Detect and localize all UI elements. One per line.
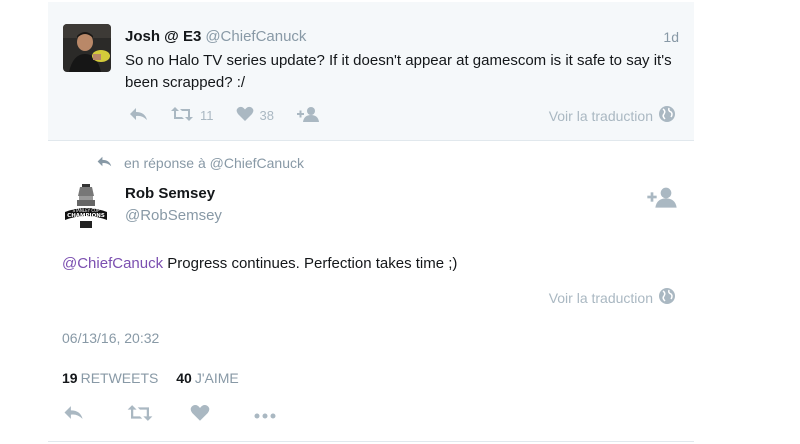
main-tweet-stats: 19 Retweets 40 J'aime bbox=[62, 370, 239, 386]
retweets-count: 19 bbox=[62, 370, 78, 386]
retweets-stat[interactable]: 19 Retweets bbox=[62, 370, 158, 386]
tweet-column: Josh @ E3 @ChiefCanuck 1d So no Halo TV s… bbox=[48, 0, 694, 444]
avatar-rob[interactable]: STANLEY CUP CHAMPIONS bbox=[62, 182, 110, 230]
main-author-name[interactable]: Rob Semsey bbox=[125, 185, 215, 202]
reply-context[interactable]: en réponse à @ChiefCanuck bbox=[96, 155, 304, 171]
retweets-label: Retweets bbox=[80, 370, 159, 386]
parent-like-button[interactable]: 38 bbox=[236, 106, 274, 125]
parent-tweet[interactable]: Josh @ E3 @ChiefCanuck 1d So no Halo TV s… bbox=[48, 2, 694, 141]
main-author-handle[interactable]: @RobSemsey bbox=[125, 207, 222, 224]
likes-count: 40 bbox=[176, 370, 192, 386]
parent-reply-button[interactable] bbox=[128, 106, 148, 125]
main-tweet-text: @ChiefCanuck Progress continues. Perfect… bbox=[62, 253, 457, 275]
reply-context-text[interactable]: en réponse à @ChiefCanuck bbox=[124, 155, 304, 171]
parent-author[interactable]: Josh @ E3 @ChiefCanuck bbox=[125, 28, 306, 45]
parent-translate-label[interactable]: Voir la traduction bbox=[549, 108, 653, 124]
main-like-button[interactable] bbox=[190, 404, 254, 425]
main-actions bbox=[62, 403, 318, 425]
avatar-josh[interactable] bbox=[63, 24, 111, 72]
bottom-divider bbox=[48, 441, 694, 442]
likes-label: J'aime bbox=[194, 370, 239, 386]
main-tweet-mention[interactable]: @ChiefCanuck bbox=[62, 255, 163, 272]
parent-follow-button[interactable] bbox=[296, 106, 320, 125]
avatar-rob-text-2: CHAMPIONS bbox=[67, 213, 105, 219]
parent-retweet-count: 11 bbox=[200, 107, 214, 123]
reply-icon bbox=[128, 106, 148, 125]
globe-icon bbox=[653, 287, 676, 308]
main-translate-label[interactable]: Voir la traduction bbox=[549, 290, 653, 306]
parent-translate-link[interactable]: Voir la traduction bbox=[549, 105, 676, 126]
parent-author-name[interactable]: Josh @ E3 bbox=[125, 28, 201, 45]
reply-context-icon bbox=[96, 155, 124, 171]
likes-stat[interactable]: 40 J'aime bbox=[176, 370, 238, 386]
follow-icon bbox=[646, 187, 678, 212]
main-tweet-body: Progress continues. Perfection takes tim… bbox=[163, 255, 458, 272]
follow-icon bbox=[296, 106, 320, 125]
main-more-button[interactable] bbox=[254, 407, 318, 422]
main-reply-button[interactable] bbox=[62, 404, 126, 424]
main-retweet-button[interactable] bbox=[126, 404, 190, 425]
heart-icon bbox=[236, 106, 254, 125]
parent-actions: 11 38 bbox=[128, 104, 342, 126]
main-tweet-date: 06/13/16, 20:32 bbox=[62, 330, 160, 346]
reply-icon bbox=[62, 404, 84, 424]
main-follow-button[interactable] bbox=[646, 186, 678, 213]
globe-icon bbox=[653, 105, 676, 126]
retweet-icon bbox=[170, 106, 194, 125]
parent-tweet-text: So no Halo TV series update? If it doesn… bbox=[125, 52, 672, 91]
parent-retweet-button[interactable]: 11 bbox=[170, 106, 214, 125]
more-icon bbox=[254, 407, 276, 422]
parent-like-count: 38 bbox=[259, 107, 274, 123]
heart-icon bbox=[190, 404, 210, 425]
parent-author-handle[interactable]: @ChiefCanuck bbox=[205, 28, 306, 45]
retweet-icon bbox=[126, 404, 154, 425]
parent-timestamp[interactable]: 1d bbox=[663, 29, 679, 45]
main-translate-link[interactable]: Voir la traduction bbox=[549, 287, 676, 308]
